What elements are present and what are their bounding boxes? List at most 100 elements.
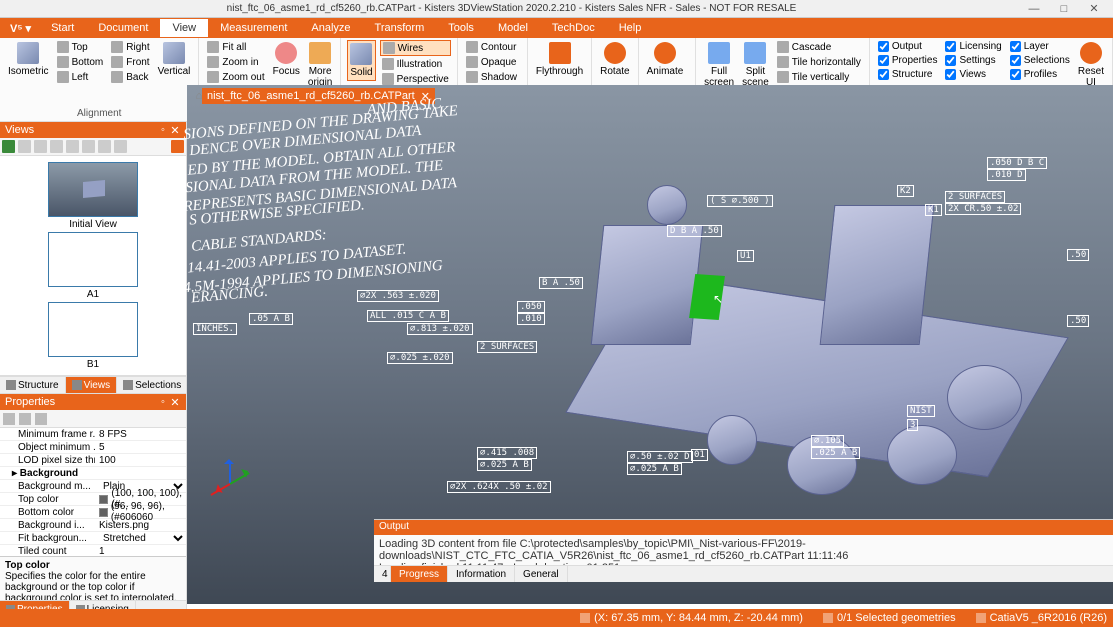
animate-button[interactable]: Animate [645, 40, 686, 79]
pane-checkbox[interactable] [878, 41, 889, 52]
scene-tile-horizontally[interactable]: Tile horizontally [775, 55, 863, 69]
full-screen-button[interactable]: Full screen [702, 40, 736, 90]
prop-row[interactable]: Tiled count1 [0, 545, 186, 556]
menu-measurement[interactable]: Measurement [208, 19, 299, 37]
scene-cascade[interactable]: Cascade [775, 40, 863, 54]
menu-model[interactable]: Model [486, 19, 540, 37]
prop-row[interactable]: Minimum frame r...8 FPS [0, 428, 186, 441]
prop-tb-1[interactable] [3, 413, 15, 425]
align-top[interactable]: Top [55, 40, 106, 54]
otab-general[interactable]: General [515, 566, 568, 582]
align-right[interactable]: Right [109, 40, 151, 54]
align-front[interactable]: Front [109, 55, 151, 69]
pane-settings[interactable]: Settings [943, 54, 1003, 67]
prop-pin-icon[interactable]: ◦ [157, 396, 169, 408]
pane-checkbox[interactable] [945, 55, 956, 66]
prop-row[interactable]: Bottom color(96, 96, 96), (#606060 [0, 506, 186, 519]
otab-information[interactable]: Information [448, 566, 515, 582]
menu-start[interactable]: Start [39, 19, 86, 37]
app-logo[interactable]: V⁵ ▾ [4, 22, 37, 35]
views-sync-button[interactable] [171, 140, 184, 153]
pane-checkbox[interactable] [878, 69, 889, 80]
render-illustration[interactable]: Illustration [380, 57, 451, 71]
tab-structure[interactable]: Structure [0, 377, 66, 393]
view-thumb-1[interactable]: A1 [48, 232, 138, 300]
prop-tb-2[interactable] [19, 413, 31, 425]
pane-views[interactable]: Views [943, 68, 1003, 81]
scene-tile-vertically[interactable]: Tile vertically [775, 70, 863, 84]
prop-close-icon[interactable]: ✕ [169, 396, 181, 409]
minimize-button[interactable]: — [1019, 3, 1049, 15]
align-left[interactable]: Left [55, 70, 106, 84]
prop-row[interactable]: LOD pixel size thre...100 [0, 454, 186, 467]
pane-checkbox[interactable] [945, 41, 956, 52]
menu-document[interactable]: Document [86, 19, 160, 37]
prop-row[interactable]: Object minimum ...5 [0, 441, 186, 454]
output-body[interactable]: Loading 3D content from file C:\protecte… [374, 535, 1113, 565]
zoom-zoom-in[interactable]: Zoom in [205, 55, 266, 69]
pane-checkbox[interactable] [945, 69, 956, 80]
prop-row[interactable]: ▸ Background [0, 467, 186, 480]
properties-grid[interactable]: Minimum frame r...8 FPSObject minimum ..… [0, 428, 186, 556]
pane-checkbox[interactable] [1010, 41, 1021, 52]
views-close-icon[interactable]: ✕ [169, 124, 181, 137]
pane-checkbox[interactable] [878, 55, 889, 66]
zoom-fit-all[interactable]: Fit all [205, 40, 266, 54]
flythrough-button[interactable]: Flythrough [534, 40, 585, 79]
gfx-contour[interactable]: Contour [464, 40, 519, 54]
tb-4[interactable] [66, 140, 79, 153]
menu-view[interactable]: View [160, 19, 208, 37]
pane-layer[interactable]: Layer [1008, 40, 1072, 53]
pane-selections[interactable]: Selections [1008, 54, 1072, 67]
tb-3[interactable] [50, 140, 63, 153]
pane-output[interactable]: Output [876, 40, 940, 53]
axis-triad[interactable] [205, 449, 255, 504]
tb-5[interactable] [82, 140, 95, 153]
menu-transform[interactable]: Transform [363, 19, 437, 37]
focus-button[interactable]: Focus [271, 40, 302, 79]
tb-1[interactable] [18, 140, 31, 153]
prop-row[interactable]: Fit backgroun...Stretched [0, 532, 186, 545]
views-list[interactable]: Initial ViewA1B1 [0, 156, 186, 376]
isometric-button[interactable]: Isometric [6, 40, 51, 79]
menu-analyze[interactable]: Analyze [299, 19, 362, 37]
pane-checkbox[interactable] [1010, 55, 1021, 66]
render-wires[interactable]: Wires [380, 40, 451, 56]
pane-checkbox[interactable] [1010, 69, 1021, 80]
pane-structure[interactable]: Structure [876, 68, 940, 81]
reset-ui-button[interactable]: Reset UI [1076, 40, 1106, 90]
tb-2[interactable] [34, 140, 47, 153]
pane-properties[interactable]: Properties [876, 54, 940, 67]
close-button[interactable]: ✕ [1079, 2, 1109, 15]
prop-select[interactable]: Stretched [99, 532, 186, 545]
zoom-zoom-out[interactable]: Zoom out [205, 70, 266, 84]
vertical-button[interactable]: Vertical [156, 40, 193, 79]
more-origin-button[interactable]: More origin [306, 40, 334, 90]
prop-row[interactable]: Background i...Kisters.png [0, 519, 186, 532]
add-view-button[interactable] [2, 140, 15, 153]
render-perspective[interactable]: Perspective [380, 72, 451, 86]
tab-views[interactable]: Views [66, 377, 118, 393]
view-thumb-0[interactable]: Initial View [48, 162, 138, 230]
split-scene-button[interactable]: Split scene [740, 40, 771, 90]
tb-6[interactable] [98, 140, 111, 153]
align-bottom[interactable]: Bottom [55, 55, 106, 69]
rotate-button[interactable]: Rotate [598, 40, 631, 79]
viewport-3d[interactable]: ⌂ nist_ftc_06_asme1_rd_cf5260_rb.CATPart… [187, 85, 1113, 604]
menu-techdoc[interactable]: TechDoc [540, 19, 607, 37]
menu-tools[interactable]: Tools [436, 19, 486, 37]
tb-7[interactable] [114, 140, 127, 153]
tab-selections[interactable]: Selections [117, 377, 188, 393]
maximize-button[interactable]: □ [1049, 3, 1079, 15]
menu-help[interactable]: Help [607, 19, 654, 37]
gfx-shadow[interactable]: Shadow [464, 70, 519, 84]
views-pin-icon[interactable]: ◦ [157, 124, 169, 136]
otab-progress[interactable]: Progress [391, 566, 448, 582]
gfx-opaque[interactable]: Opaque [464, 55, 519, 69]
solid-button[interactable]: Solid [347, 40, 375, 81]
pane-licensing[interactable]: Licensing [943, 40, 1003, 53]
view-thumb-2[interactable]: B1 [48, 302, 138, 370]
pane-profiles[interactable]: Profiles [1008, 68, 1072, 81]
align-back[interactable]: Back [109, 70, 151, 84]
prop-tb-3[interactable] [35, 413, 47, 425]
